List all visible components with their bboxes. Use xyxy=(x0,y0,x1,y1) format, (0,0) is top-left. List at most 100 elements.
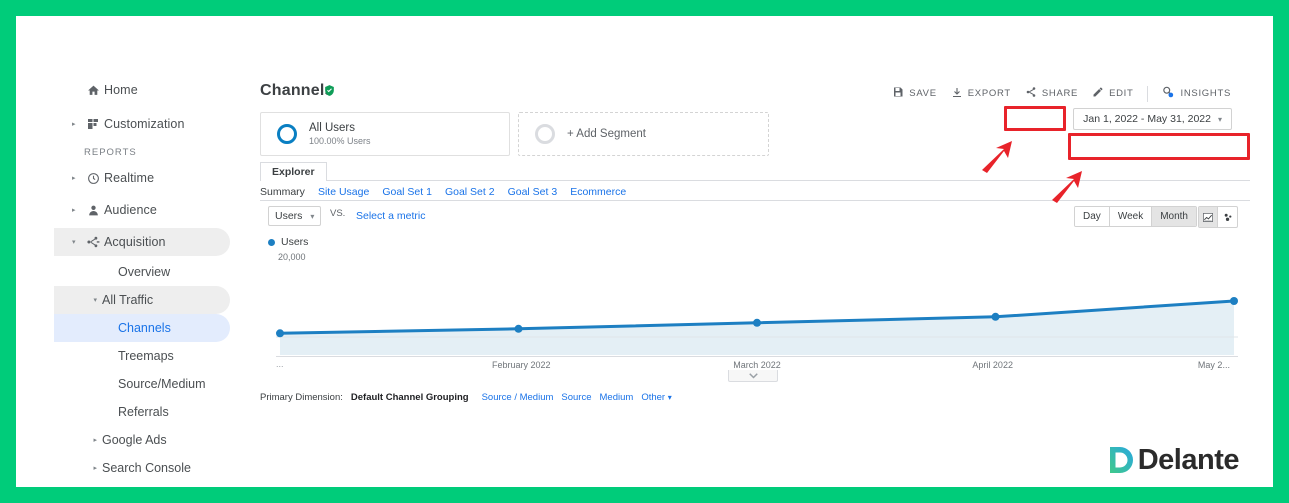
sidebar: Home ▸ Customization REPORTS ▸ Realtime … xyxy=(54,76,250,475)
chevron-down-icon: ▾ xyxy=(72,238,76,246)
subtab-ecommerce[interactable]: Ecommerce xyxy=(570,186,626,198)
arrow-to-date-range-icon xyxy=(1052,171,1082,203)
primary-dimension-medium[interactable]: Medium xyxy=(600,392,634,403)
vs-label: VS. xyxy=(330,208,346,219)
legend-label: Users xyxy=(281,236,309,248)
sidebar-subitem-label: Source/Medium xyxy=(118,377,206,391)
sidebar-item-all-traffic[interactable]: ▾ All Traffic xyxy=(54,286,230,314)
verified-shield-icon xyxy=(323,84,336,102)
save-button[interactable]: SAVE xyxy=(885,83,943,104)
chevron-down-icon: ▾ xyxy=(310,211,315,221)
sidebar-item-label: Acquisition xyxy=(104,235,166,249)
segment-ring-icon xyxy=(535,124,555,144)
export-button[interactable]: EXPORT xyxy=(944,83,1018,105)
subtab-goal-set-1[interactable]: Goal Set 1 xyxy=(382,186,432,198)
export-icon xyxy=(951,86,963,102)
bubble-chart-icon[interactable] xyxy=(1218,207,1237,227)
customization-icon xyxy=(82,118,104,130)
sidebar-item-customization[interactable]: ▸ Customization xyxy=(54,110,250,138)
select-metric-link[interactable]: Select a metric xyxy=(356,210,425,222)
subtab-summary[interactable]: Summary xyxy=(260,186,305,198)
sidebar-item-referrals[interactable]: Referrals xyxy=(54,398,250,426)
tab-explorer[interactable]: Explorer xyxy=(260,162,327,181)
sidebar-item-home[interactable]: Home xyxy=(54,76,250,104)
x-tick-label: March 2022 xyxy=(733,360,781,370)
add-segment-button[interactable]: + Add Segment xyxy=(518,112,769,156)
sidebar-item-source-medium[interactable]: Source/Medium xyxy=(54,370,250,398)
home-icon xyxy=(82,84,104,97)
sidebar-item-treemaps[interactable]: Treemaps xyxy=(54,342,250,370)
sidebar-item-label: Audience xyxy=(104,203,157,217)
chart-collapse-button[interactable] xyxy=(728,370,778,382)
x-axis-ellipsis: ... xyxy=(276,359,284,369)
sidebar-item-channels[interactable]: Channels xyxy=(54,314,230,342)
analytics-screenshot: Home ▸ Customization REPORTS ▸ Realtime … xyxy=(54,76,1250,475)
chevron-right-icon: ▸ xyxy=(93,465,97,472)
legend-color-dot xyxy=(268,238,275,246)
edit-button[interactable]: EDIT xyxy=(1085,83,1140,104)
segment-ring-icon xyxy=(277,124,297,144)
sidebar-item-audience[interactable]: ▸ Audience xyxy=(54,196,250,224)
sidebar-item-overview[interactable]: Overview xyxy=(54,258,250,286)
sidebar-item-google-ads[interactable]: ▸ Google Ads xyxy=(54,426,250,454)
sidebar-item-search-console[interactable]: ▸ Search Console xyxy=(54,454,250,482)
green-frame-border: Home ▸ Customization REPORTS ▸ Realtime … xyxy=(0,0,1289,503)
chart-plot-area xyxy=(276,262,1238,355)
sidebar-item-label: Realtime xyxy=(104,171,155,185)
segment-percent: 100.00% Users xyxy=(309,136,371,146)
subtab-goal-set-3[interactable]: Goal Set 3 xyxy=(508,186,558,198)
insights-button[interactable]: INSIGHTS xyxy=(1154,82,1238,105)
main-content: Channels SAVE EXPORT SHARE EDIT INSIGHTS… xyxy=(250,76,1250,440)
share-icon xyxy=(1025,86,1037,101)
sidebar-item-realtime[interactable]: ▸ Realtime xyxy=(54,164,250,192)
granularity-day[interactable]: Day xyxy=(1075,207,1110,226)
delante-logo: Delante xyxy=(1107,444,1240,477)
sidebar-section-reports: REPORTS xyxy=(84,147,137,158)
segment-name: All Users xyxy=(309,122,356,134)
sidebar-subitem-label: Search Console xyxy=(102,461,191,475)
sidebar-item-acquisition[interactable]: ▾ Acquisition xyxy=(54,228,230,256)
insights-label: INSIGHTS xyxy=(1180,88,1231,99)
sidebar-subitem-label: Referrals xyxy=(118,405,169,419)
share-button[interactable]: SHARE xyxy=(1018,83,1085,104)
primary-dimension-other[interactable]: Other ▾ xyxy=(641,392,671,403)
primary-dimension-other-label: Other xyxy=(641,392,666,403)
chart-type-toggle xyxy=(1198,206,1238,228)
chevron-right-icon: ▸ xyxy=(72,206,76,214)
primary-dimension-source[interactable]: Source xyxy=(561,392,591,403)
acquisition-icon xyxy=(82,235,104,249)
chart-legend: Users xyxy=(268,236,308,248)
segment-all-users[interactable]: All Users 100.00% Users xyxy=(260,112,510,156)
sidebar-subitem-label: Treemaps xyxy=(118,349,174,363)
canvas: Home ▸ Customization REPORTS ▸ Realtime … xyxy=(16,16,1273,487)
x-tick-label: February 2022 xyxy=(492,360,551,370)
metric-select[interactable]: Users ▾ xyxy=(268,206,322,226)
users-line-chart: 20,000 10,000 ... February 2022 March 20… xyxy=(268,252,1238,382)
granularity-month[interactable]: Month xyxy=(1152,207,1196,226)
metric-select-value: Users xyxy=(275,210,303,222)
sidebar-item-label: Customization xyxy=(104,117,185,131)
chevron-right-icon: ▸ xyxy=(93,437,97,444)
subtab-goal-set-2[interactable]: Goal Set 2 xyxy=(445,186,495,198)
clock-icon xyxy=(82,172,104,185)
subtab-divider xyxy=(260,200,1250,201)
edit-pencil-icon xyxy=(1092,86,1104,101)
primary-dimension-source-medium[interactable]: Source / Medium xyxy=(482,392,554,403)
line-chart-icon[interactable] xyxy=(1199,207,1218,227)
delante-logo-d-icon xyxy=(1109,447,1133,473)
metric-bar: Users ▾ VS. Select a metric Day Week Mon… xyxy=(268,206,1238,232)
granularity-week[interactable]: Week xyxy=(1109,207,1153,226)
person-icon xyxy=(82,204,104,217)
highlight-box-date-range xyxy=(1068,133,1250,160)
chevron-down-icon xyxy=(748,372,758,379)
share-label: SHARE xyxy=(1041,88,1079,99)
delante-logo-text: Delante xyxy=(1137,444,1240,476)
sidebar-subitem-label: Google Ads xyxy=(102,433,167,447)
x-tick-label: April 2022 xyxy=(972,360,1013,370)
sidebar-item-label: Home xyxy=(104,83,138,97)
y-tick-label-top: 20,000 xyxy=(278,252,306,262)
tab-strip: Explorer xyxy=(260,162,1250,181)
chart-svg xyxy=(276,262,1238,355)
primary-dimension-row: Primary Dimension: Default Channel Group… xyxy=(260,392,672,403)
subtab-site-usage[interactable]: Site Usage xyxy=(318,186,369,198)
